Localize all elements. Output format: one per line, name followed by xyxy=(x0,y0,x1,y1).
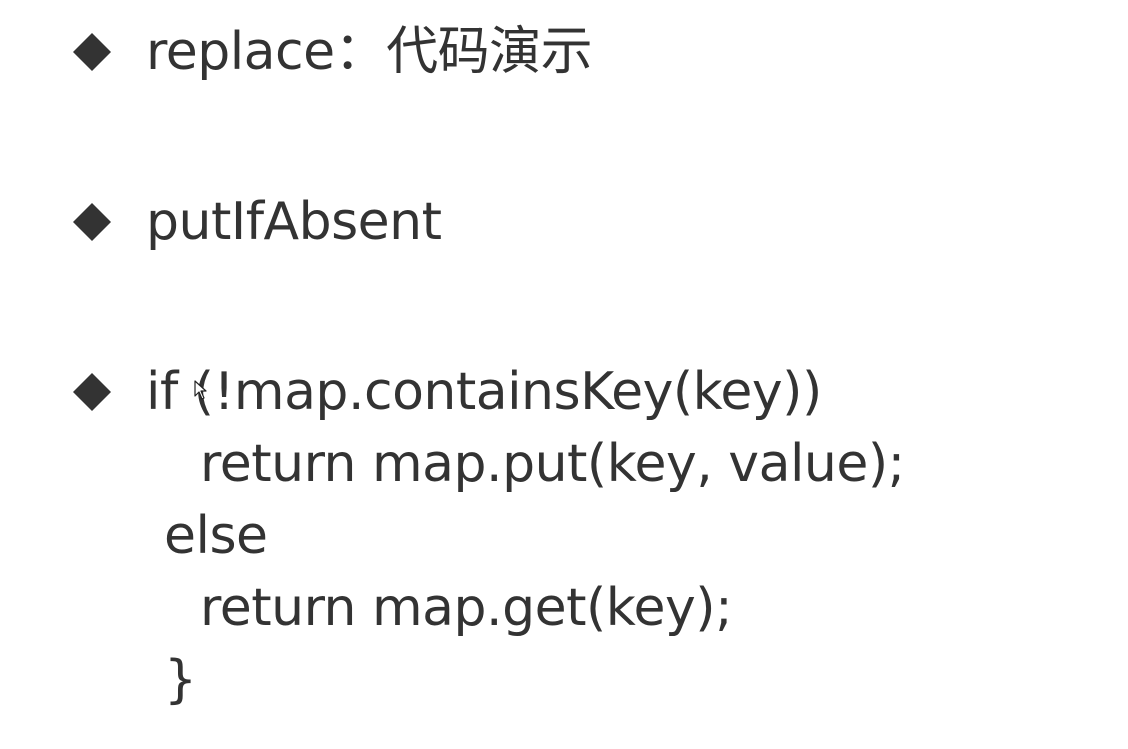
code-line-close-brace: } xyxy=(164,650,197,710)
slide: replace：代码演示 putIfAbsent if (!map.contai… xyxy=(0,0,1128,749)
code-line-return-get: return map.get(key); xyxy=(200,578,733,638)
bullet-putifabsent-text: putIfAbsent xyxy=(146,192,442,252)
diamond-bullet-icon xyxy=(72,32,112,72)
diamond-bullet-icon xyxy=(72,372,112,412)
mouse-pointer-icon xyxy=(194,380,208,400)
diamond-bullet-icon xyxy=(72,202,112,242)
bullet-replace-text: replace：代码演示 xyxy=(146,22,593,82)
code-line-return-put: return map.put(key, value); xyxy=(200,434,905,494)
code-line-else: else xyxy=(164,506,268,566)
code-line-if: if (!map.containsKey(key)) xyxy=(146,362,822,422)
